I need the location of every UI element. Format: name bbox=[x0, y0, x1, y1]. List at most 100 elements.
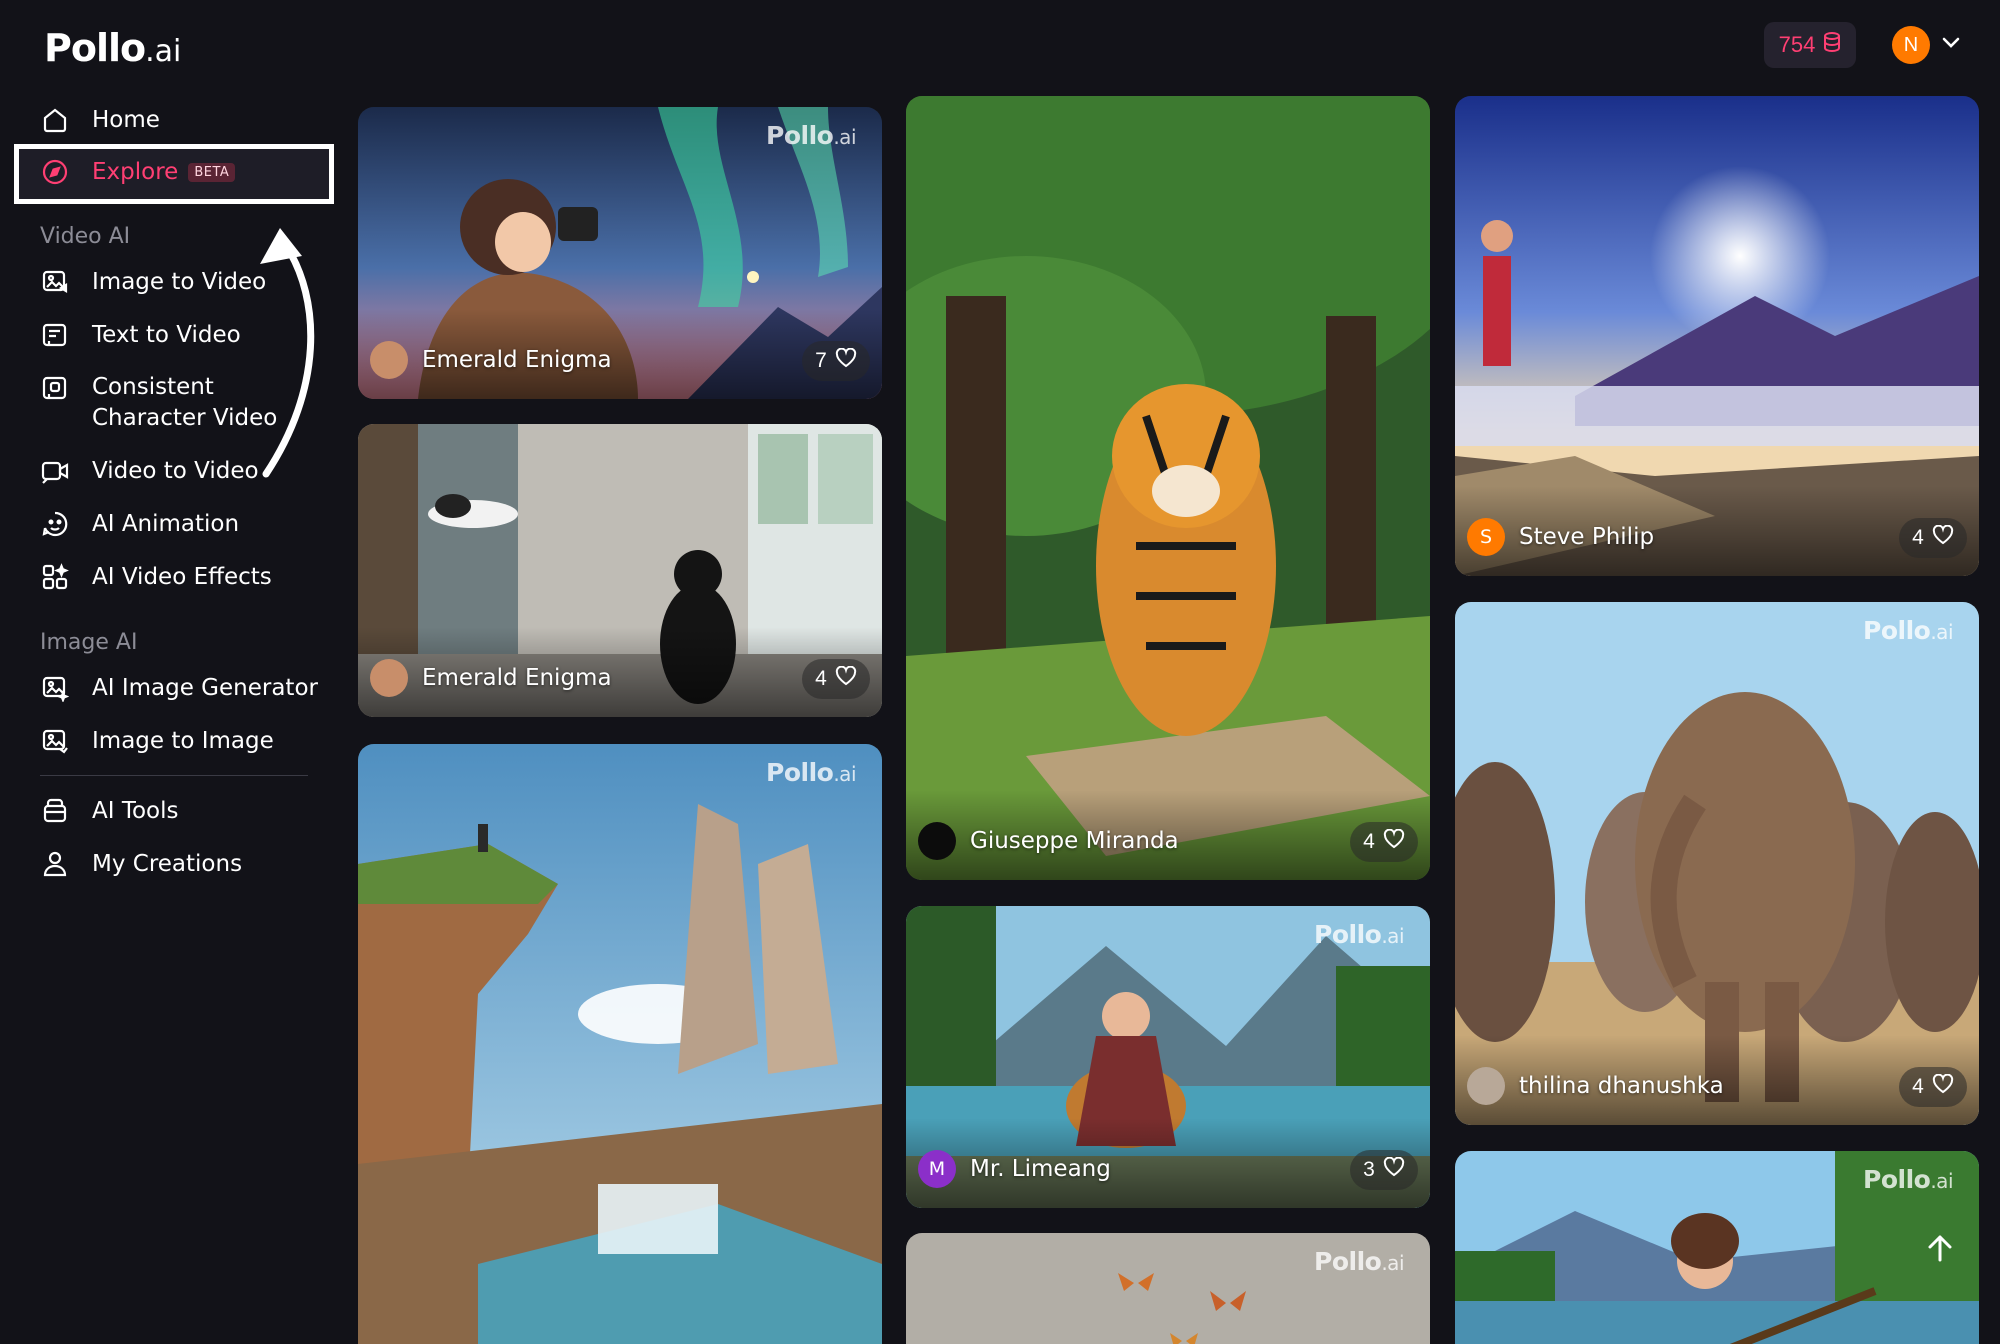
cliff-waterfall-image bbox=[358, 744, 882, 1344]
sidebar-item-video-to-video[interactable]: Video to Video bbox=[40, 456, 259, 486]
sidebar-item-home[interactable]: Home bbox=[40, 105, 160, 135]
author-name: Steve Philip bbox=[1519, 524, 1655, 550]
user-creations-icon bbox=[40, 849, 70, 879]
watermark-logo: Pollo.ai bbox=[1314, 1247, 1404, 1276]
animation-face-icon bbox=[40, 509, 70, 539]
heart-icon bbox=[1383, 828, 1405, 855]
sidebar-item-image-to-image[interactable]: Image to Image bbox=[40, 726, 274, 756]
gallery-card[interactable]: Pollo.ai bbox=[1455, 1151, 1979, 1344]
like-button[interactable]: 3 bbox=[1350, 1150, 1418, 1190]
gallery-card[interactable]: Pollo.ai M Mr. Limeang 3 bbox=[906, 906, 1430, 1208]
beta-badge: BETA bbox=[188, 162, 236, 182]
sidebar-item-label: AI Tools bbox=[92, 798, 179, 824]
sidebar-item-my-creations[interactable]: My Creations bbox=[40, 849, 242, 879]
author-name: Emerald Enigma bbox=[422, 347, 612, 373]
sidebar-item-label: Image to Image bbox=[92, 728, 274, 754]
sidebar-item-explore[interactable]: Explore BETA bbox=[40, 157, 236, 187]
credits-count: 754 bbox=[1778, 32, 1816, 57]
credits-badge[interactable]: 754 bbox=[1764, 22, 1856, 68]
watermark-logo: Pollo.ai bbox=[766, 121, 856, 150]
like-button[interactable]: 4 bbox=[1350, 822, 1418, 862]
video-camera-icon bbox=[40, 456, 70, 486]
sidebar-item-label: Video to Video bbox=[92, 458, 259, 484]
sidebar-item-label: AI Image Generator bbox=[92, 675, 318, 701]
sidebar-divider bbox=[40, 775, 308, 776]
card-author[interactable]: S Steve Philip bbox=[1467, 518, 1654, 556]
gallery-card[interactable]: Pollo.ai bbox=[906, 1233, 1430, 1344]
watermark-logo: Pollo.ai bbox=[1863, 1165, 1953, 1194]
watermark-logo: Pollo.ai bbox=[766, 758, 856, 787]
like-count: 4 bbox=[1912, 1075, 1924, 1098]
card-author[interactable]: thilina dhanushka bbox=[1467, 1067, 1724, 1105]
like-count: 4 bbox=[1912, 526, 1924, 549]
author-avatar: S bbox=[1467, 518, 1505, 556]
text-video-icon bbox=[40, 320, 70, 350]
tiger-forest-image bbox=[906, 96, 1430, 880]
author-avatar bbox=[370, 659, 408, 697]
author-name: thilina dhanushka bbox=[1519, 1073, 1724, 1099]
avatar[interactable]: N bbox=[1892, 26, 1930, 64]
like-button[interactable]: 7 bbox=[802, 341, 870, 381]
sidebar-item-label: AI Video Effects bbox=[92, 564, 272, 590]
gallery-card[interactable]: Pollo.ai Emerald Enigma 7 bbox=[358, 107, 882, 399]
compass-icon bbox=[40, 157, 70, 187]
card-author[interactable]: Emerald Enigma bbox=[370, 659, 612, 697]
sidebar: Home Explore BETA Video AI Image to Vide… bbox=[0, 0, 340, 1344]
scroll-to-top-button[interactable] bbox=[1918, 1228, 1962, 1272]
heart-icon bbox=[835, 665, 857, 692]
sidebar-item-label: Home bbox=[92, 107, 160, 133]
coin-stack-icon bbox=[1823, 32, 1841, 58]
sidebar-item-ai-animation[interactable]: AI Animation bbox=[40, 509, 239, 539]
sidebar-item-image-to-video[interactable]: Image to Video bbox=[40, 267, 266, 297]
chevron-down-icon[interactable] bbox=[1942, 36, 1960, 54]
section-label-video-ai: Video AI bbox=[40, 224, 131, 249]
arrow-up-icon bbox=[1926, 1233, 1954, 1268]
character-video-icon bbox=[40, 373, 70, 403]
author-avatar: M bbox=[918, 1150, 956, 1188]
watermark-logo: Pollo.ai bbox=[1314, 920, 1404, 949]
sidebar-item-label: Explore bbox=[92, 159, 179, 185]
author-name: Mr. Limeang bbox=[970, 1156, 1111, 1182]
sidebar-item-label: My Creations bbox=[92, 851, 243, 877]
home-icon bbox=[40, 105, 70, 135]
sidebar-item-ai-tools[interactable]: AI Tools bbox=[40, 796, 179, 826]
sidebar-item-ai-image-generator[interactable]: AI Image Generator bbox=[40, 673, 318, 703]
sidebar-item-label: Text to Video bbox=[92, 322, 241, 348]
gallery-card[interactable]: Pollo.ai bbox=[358, 744, 882, 1344]
sidebar-item-text-to-video[interactable]: Text to Video bbox=[40, 320, 241, 350]
image-video-icon bbox=[40, 267, 70, 297]
sidebar-item-ai-video-effects[interactable]: AI Video Effects bbox=[40, 562, 272, 592]
gallery-card[interactable]: Pollo.ai thilina dhanushka 4 bbox=[1455, 602, 1979, 1125]
gallery-card[interactable]: Giuseppe Miranda 4 bbox=[906, 96, 1430, 880]
sidebar-item-label: AI Animation bbox=[92, 511, 240, 537]
author-name: Emerald Enigma bbox=[422, 665, 612, 691]
heart-icon bbox=[835, 347, 857, 374]
image-sparkle-icon bbox=[40, 673, 70, 703]
watermark-logo: Pollo.ai bbox=[1863, 616, 1953, 645]
gallery-card[interactable]: Emerald Enigma 4 bbox=[358, 424, 882, 717]
like-count: 3 bbox=[1363, 1158, 1375, 1181]
effects-grid-icon bbox=[40, 562, 70, 592]
card-author[interactable]: Emerald Enigma bbox=[370, 341, 612, 379]
gallery-card[interactable]: S Steve Philip 4 bbox=[1455, 96, 1979, 576]
heart-icon bbox=[1383, 1156, 1405, 1183]
like-count: 7 bbox=[815, 349, 827, 372]
annotation-arrow-icon bbox=[260, 228, 315, 478]
author-name: Giuseppe Miranda bbox=[970, 828, 1179, 854]
like-button[interactable]: 4 bbox=[802, 659, 870, 699]
like-button[interactable]: 4 bbox=[1899, 1067, 1967, 1107]
like-count: 4 bbox=[815, 667, 827, 690]
section-label-image-ai: Image AI bbox=[40, 630, 138, 655]
card-author[interactable]: Giuseppe Miranda bbox=[918, 822, 1179, 860]
image-icon bbox=[40, 726, 70, 756]
card-author[interactable]: M Mr. Limeang bbox=[918, 1150, 1111, 1188]
like-count: 4 bbox=[1363, 830, 1375, 853]
toolbox-icon bbox=[40, 796, 70, 826]
author-avatar bbox=[370, 341, 408, 379]
heart-icon bbox=[1932, 524, 1954, 551]
user-menu[interactable]: N bbox=[1892, 26, 1960, 64]
heart-icon bbox=[1932, 1073, 1954, 1100]
author-avatar bbox=[1467, 1067, 1505, 1105]
like-button[interactable]: 4 bbox=[1899, 518, 1967, 558]
author-avatar bbox=[918, 822, 956, 860]
